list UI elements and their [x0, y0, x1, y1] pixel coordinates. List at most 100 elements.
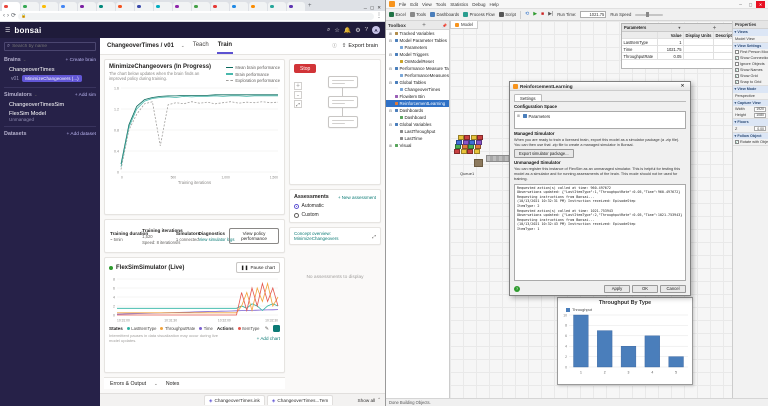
- browser-tab[interactable]: [211, 2, 229, 11]
- action-legend-item[interactable]: ItemType: [237, 326, 259, 331]
- config-space-list[interactable]: ⊞ Parameters: [514, 111, 686, 129]
- toolbox-item-flowitem-bin[interactable]: Flowitem Bin: [386, 93, 449, 100]
- state-legend-item[interactable]: ThroughputRate: [160, 326, 195, 331]
- view-policy-performance-button[interactable]: View policy performance: [229, 228, 280, 244]
- browser-tab[interactable]: [21, 2, 39, 11]
- dashboard-window[interactable]: Throughput By Type Throughput 0 2 4 6 8 10 1 2 3…: [557, 297, 693, 385]
- browser-tab[interactable]: [97, 2, 115, 11]
- parameter-row[interactable]: ThroughputRate 0.05: [622, 53, 732, 60]
- prop-item[interactable]: Model View: [733, 36, 768, 42]
- menu-debug[interactable]: Debug: [472, 2, 485, 7]
- export-sim-package-button[interactable]: Export simulator package...: [514, 149, 574, 159]
- browser-tab[interactable]: [192, 2, 210, 11]
- tab-settings[interactable]: Settings: [514, 94, 542, 101]
- toolbox-item-dashboard[interactable]: Dashboard: [386, 114, 449, 121]
- window-control-icon[interactable]: ─: [736, 1, 745, 8]
- tree-caret-icon[interactable]: ⊟: [388, 123, 393, 127]
- dialog-titlebar[interactable]: ReinforcementLearning ✕: [510, 82, 690, 91]
- ok-button[interactable]: OK: [632, 284, 658, 293]
- state-legend-item[interactable]: LastItemType: [126, 326, 156, 331]
- tree-caret-icon[interactable]: ⊟: [388, 39, 393, 43]
- browser-tab[interactable]: [135, 2, 153, 11]
- cancel-button[interactable]: Cancel: [660, 284, 686, 293]
- toolbar-button-tools[interactable]: Tools: [409, 12, 426, 17]
- browser-tab[interactable]: [40, 2, 58, 11]
- view-tab-model[interactable]: Model: [450, 21, 478, 29]
- browser-tab[interactable]: [287, 2, 305, 11]
- hamburger-icon[interactable]: ☰: [5, 27, 10, 34]
- breadcrumb[interactable]: ChangeoverTimes / v01: [107, 43, 174, 49]
- run-speed-slider[interactable]: [635, 12, 664, 17]
- menu-statistics[interactable]: Statistics: [450, 2, 468, 7]
- gear-icon[interactable]: ⚙: [355, 27, 360, 34]
- parameter-row[interactable]: Time 1021.75: [622, 46, 732, 53]
- toolbox-item-performancemeasures[interactable]: PerformanceMeasures: [386, 72, 449, 79]
- graph-node-input[interactable]: [327, 76, 358, 88]
- tree-caret-icon[interactable]: ⊟: [388, 53, 393, 57]
- bell-icon[interactable]: 🔔: [344, 27, 351, 34]
- checkbox-icon[interactable]: ✓: [735, 140, 739, 144]
- parameters-table[interactable]: ValueDisplay UnitsDescriptionLastItemTyp…: [622, 32, 732, 68]
- sidebar-brain-version[interactable]: v01 MinimizeChangeovers (...): [0, 74, 100, 85]
- toolbox-item-changeovertimes[interactable]: ChangeoverTimes: [386, 86, 449, 93]
- prop-item[interactable]: Z 0.00: [733, 126, 768, 132]
- help-icon[interactable]: ?: [365, 27, 368, 33]
- toolbox-item-performance-measure-tables[interactable]: ⊟ Performance Measure Tables: [386, 65, 449, 72]
- stop-button[interactable]: ■: [541, 12, 544, 17]
- run-button[interactable]: ▶: [533, 12, 537, 17]
- tree-caret-icon[interactable]: ⊟: [388, 109, 393, 113]
- concept-pill[interactable]: MinimizeChangeovers (...): [22, 75, 82, 82]
- prop-item[interactable]: ✓ Snap to Grid: [733, 79, 768, 85]
- toolbar-button-excel[interactable]: Excel: [389, 12, 406, 17]
- menu-edit[interactable]: Edit: [410, 2, 418, 7]
- star-icon[interactable]: ☆: [334, 27, 339, 34]
- menu-help[interactable]: Help: [490, 2, 499, 7]
- output-tab[interactable]: Errors & Output: [110, 381, 146, 387]
- prop-item[interactable]: Perspective: [733, 93, 768, 99]
- browser-tab[interactable]: [59, 2, 77, 11]
- toolbox-item-lasttime[interactable]: LastTime: [386, 135, 449, 142]
- diagnostics-link[interactable]: View simulator logs: [198, 237, 234, 242]
- stop-training-button[interactable]: Stop: [294, 64, 317, 73]
- concept-graph[interactable]: [327, 76, 358, 128]
- window-control-icon[interactable]: ─: [364, 6, 367, 11]
- menu-view[interactable]: View: [422, 2, 432, 7]
- toolbox-item-reinforcementlearning[interactable]: ReinforcementLearning: [386, 100, 449, 107]
- prop-field[interactable]: 1080: [754, 112, 766, 118]
- browser-tab[interactable]: [268, 2, 286, 11]
- help-icon[interactable]: ?: [514, 285, 520, 292]
- browser-tab[interactable]: [2, 2, 20, 11]
- graph-zoom-button[interactable]: ⤢: [294, 100, 302, 108]
- toolbox-item-model-parameter-tables[interactable]: ⊟ Model Parameter Tables: [386, 37, 449, 44]
- run-time-field[interactable]: 1021.75: [580, 11, 607, 18]
- menu-tools[interactable]: Tools: [436, 2, 447, 7]
- add-icon[interactable]: ＋: [422, 22, 426, 28]
- prop-field[interactable]: 0.00: [754, 126, 766, 131]
- sidebar-item-simulator[interactable]: ChangeoverTimesSim: [0, 100, 100, 109]
- chevron-down-icon[interactable]: ⌄: [23, 57, 27, 63]
- browser-tab[interactable]: [249, 2, 267, 11]
- simulator-log[interactable]: Requested action(s) called at time: 960.…: [514, 183, 686, 281]
- browser-tab[interactable]: [78, 2, 96, 11]
- toolbox-item-tracked-variables[interactable]: ⊞ Tracked Variables: [386, 30, 449, 37]
- checkbox-icon[interactable]: ✓: [735, 56, 739, 60]
- refresh-icon[interactable]: ⟳: [11, 13, 16, 19]
- close-icon[interactable]: ✕: [678, 83, 687, 90]
- browser-menu-icon[interactable]: ⋮: [376, 13, 382, 19]
- state-legend-item[interactable]: Time: [199, 326, 213, 331]
- browser-tab[interactable]: [230, 2, 248, 11]
- graph-node-output[interactable]: [327, 116, 358, 128]
- chevron-down-icon[interactable]: ⌄: [181, 43, 185, 49]
- toolbox-item-lastthroughput[interactable]: LastThroughput: [386, 128, 449, 135]
- address-bar[interactable]: 🔒: [18, 12, 374, 20]
- config-list-item[interactable]: ⊞ Parameters: [516, 113, 684, 119]
- chart-settings-button[interactable]: [273, 325, 280, 332]
- show-all-button[interactable]: Show all ⌃: [358, 397, 382, 403]
- toolbox-item-parameters[interactable]: Parameters: [386, 44, 449, 51]
- output-tab[interactable]: Notes: [166, 381, 180, 387]
- source-object[interactable]: [474, 159, 483, 167]
- add-icon[interactable]: ＋: [713, 25, 717, 31]
- step-button[interactable]: ▶|: [548, 12, 553, 17]
- sidebar-search[interactable]: ⌕: [4, 42, 96, 51]
- toolbar-button-process-flow[interactable]: Process Flow: [463, 12, 495, 17]
